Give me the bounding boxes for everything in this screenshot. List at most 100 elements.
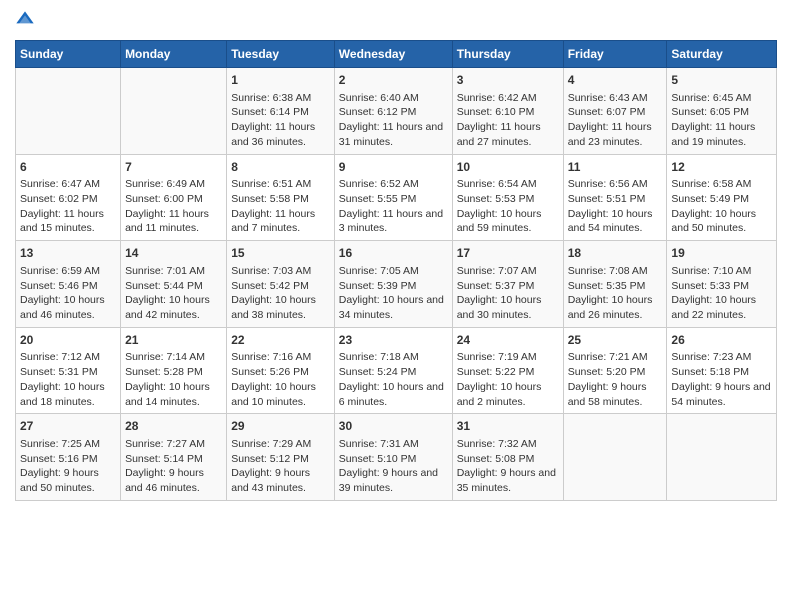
page-header <box>15 10 777 30</box>
day-info: Sunrise: 7:31 AMSunset: 5:10 PMDaylight:… <box>339 437 448 496</box>
calendar-cell: 24Sunrise: 7:19 AMSunset: 5:22 PMDayligh… <box>452 327 563 414</box>
day-number: 24 <box>457 332 559 349</box>
calendar-week-row: 13 Sunrise: 6:59 AMSunset: 5:46 PMDayligh… <box>16 241 777 328</box>
calendar-cell: 12Sunrise: 6:58 AMSunset: 5:49 PMDayligh… <box>667 154 777 241</box>
weekday-header: Monday <box>121 41 227 68</box>
calendar-cell: 13 Sunrise: 6:59 AMSunset: 5:46 PMDayligh… <box>16 241 121 328</box>
day-info: Sunrise: 6:59 AMSunset: 5:46 PMDaylight:… <box>20 264 116 323</box>
day-info: Sunrise: 6:45 AMSunset: 6:05 PMDaylight:… <box>671 91 772 150</box>
day-number: 31 <box>457 418 559 435</box>
calendar-cell: 10Sunrise: 6:54 AMSunset: 5:53 PMDayligh… <box>452 154 563 241</box>
calendar-cell: 2 Sunrise: 6:40 AMSunset: 6:12 PMDaylight… <box>334 68 452 155</box>
calendar-week-row: 1Sunrise: 6:38 AMSunset: 6:14 PMDaylight… <box>16 68 777 155</box>
weekday-header: Sunday <box>16 41 121 68</box>
day-info: Sunrise: 6:47 AMSunset: 6:02 PMDaylight:… <box>20 177 116 236</box>
calendar-cell: 29 Sunrise: 7:29 AMSunset: 5:12 PMDayligh… <box>227 414 335 501</box>
day-info: Sunrise: 7:07 AMSunset: 5:37 PMDaylight:… <box>457 264 559 323</box>
calendar-week-row: 27 Sunrise: 7:25 AMSunset: 5:16 PMDayligh… <box>16 414 777 501</box>
day-number: 23 <box>339 332 448 349</box>
calendar-cell: 3 Sunrise: 6:42 AMSunset: 6:10 PMDaylight… <box>452 68 563 155</box>
day-info: Sunrise: 6:51 AMSunset: 5:58 PMDaylight:… <box>231 177 330 236</box>
day-info: Sunrise: 7:08 AMSunset: 5:35 PMDaylight:… <box>568 264 663 323</box>
day-info: Sunrise: 7:29 AMSunset: 5:12 PMDaylight:… <box>231 437 330 496</box>
calendar-cell: 6Sunrise: 6:47 AMSunset: 6:02 PMDaylight… <box>16 154 121 241</box>
logo-icon <box>15 10 35 30</box>
calendar-cell: 25Sunrise: 7:21 AMSunset: 5:20 PMDayligh… <box>563 327 667 414</box>
weekday-header: Wednesday <box>334 41 452 68</box>
day-number: 11 <box>568 159 663 176</box>
weekday-header: Friday <box>563 41 667 68</box>
day-number: 25 <box>568 332 663 349</box>
day-number: 7 <box>125 159 222 176</box>
day-number: 12 <box>671 159 772 176</box>
day-info: Sunrise: 6:42 AMSunset: 6:10 PMDaylight:… <box>457 91 559 150</box>
day-info: Sunrise: 7:27 AMSunset: 5:14 PMDaylight:… <box>125 437 222 496</box>
weekday-header: Thursday <box>452 41 563 68</box>
day-info: Sunrise: 6:49 AMSunset: 6:00 PMDaylight:… <box>125 177 222 236</box>
logo <box>15 10 39 30</box>
day-number: 29 <box>231 418 330 435</box>
day-info: Sunrise: 6:38 AMSunset: 6:14 PMDaylight:… <box>231 91 330 150</box>
calendar-cell: 27 Sunrise: 7:25 AMSunset: 5:16 PMDayligh… <box>16 414 121 501</box>
day-info: Sunrise: 7:19 AMSunset: 5:22 PMDaylight:… <box>457 350 559 409</box>
day-number: 15 <box>231 245 330 262</box>
calendar-cell: 8Sunrise: 6:51 AMSunset: 5:58 PMDaylight… <box>227 154 335 241</box>
day-number: 18 <box>568 245 663 262</box>
calendar-cell: 19Sunrise: 7:10 AMSunset: 5:33 PMDayligh… <box>667 241 777 328</box>
day-info: Sunrise: 6:43 AMSunset: 6:07 PMDaylight:… <box>568 91 663 150</box>
day-number: 10 <box>457 159 559 176</box>
day-info: Sunrise: 6:58 AMSunset: 5:49 PMDaylight:… <box>671 177 772 236</box>
day-info: Sunrise: 7:05 AMSunset: 5:39 PMDaylight:… <box>339 264 448 323</box>
calendar-cell: 4 Sunrise: 6:43 AMSunset: 6:07 PMDaylight… <box>563 68 667 155</box>
calendar-cell: 17 Sunrise: 7:07 AMSunset: 5:37 PMDayligh… <box>452 241 563 328</box>
calendar-cell: 20Sunrise: 7:12 AMSunset: 5:31 PMDayligh… <box>16 327 121 414</box>
calendar-cell: 30Sunrise: 7:31 AMSunset: 5:10 PMDayligh… <box>334 414 452 501</box>
calendar-week-row: 6Sunrise: 6:47 AMSunset: 6:02 PMDaylight… <box>16 154 777 241</box>
day-number: 22 <box>231 332 330 349</box>
day-info: Sunrise: 7:01 AMSunset: 5:44 PMDaylight:… <box>125 264 222 323</box>
calendar-cell <box>16 68 121 155</box>
calendar-cell: 31Sunrise: 7:32 AMSunset: 5:08 PMDayligh… <box>452 414 563 501</box>
weekday-header: Saturday <box>667 41 777 68</box>
calendar-cell: 22Sunrise: 7:16 AMSunset: 5:26 PMDayligh… <box>227 327 335 414</box>
day-number: 17 <box>457 245 559 262</box>
day-info: Sunrise: 6:52 AMSunset: 5:55 PMDaylight:… <box>339 177 448 236</box>
calendar-cell: 14 Sunrise: 7:01 AMSunset: 5:44 PMDayligh… <box>121 241 227 328</box>
day-info: Sunrise: 7:16 AMSunset: 5:26 PMDaylight:… <box>231 350 330 409</box>
day-number: 8 <box>231 159 330 176</box>
day-number: 13 <box>20 245 116 262</box>
weekday-header: Tuesday <box>227 41 335 68</box>
calendar-cell: 18 Sunrise: 7:08 AMSunset: 5:35 PMDayligh… <box>563 241 667 328</box>
calendar-cell: 16Sunrise: 7:05 AMSunset: 5:39 PMDayligh… <box>334 241 452 328</box>
day-info: Sunrise: 7:03 AMSunset: 5:42 PMDaylight:… <box>231 264 330 323</box>
calendar-cell <box>121 68 227 155</box>
calendar-cell: 26Sunrise: 7:23 AMSunset: 5:18 PMDayligh… <box>667 327 777 414</box>
day-info: Sunrise: 7:25 AMSunset: 5:16 PMDaylight:… <box>20 437 116 496</box>
day-number: 26 <box>671 332 772 349</box>
day-number: 14 <box>125 245 222 262</box>
day-number: 9 <box>339 159 448 176</box>
calendar-cell <box>667 414 777 501</box>
day-number: 27 <box>20 418 116 435</box>
day-info: Sunrise: 7:23 AMSunset: 5:18 PMDaylight:… <box>671 350 772 409</box>
calendar-cell: 9Sunrise: 6:52 AMSunset: 5:55 PMDaylight… <box>334 154 452 241</box>
day-number: 2 <box>339 72 448 89</box>
day-info: Sunrise: 6:40 AMSunset: 6:12 PMDaylight:… <box>339 91 448 150</box>
day-number: 5 <box>671 72 772 89</box>
calendar-cell: 23Sunrise: 7:18 AMSunset: 5:24 PMDayligh… <box>334 327 452 414</box>
calendar-cell: 11Sunrise: 6:56 AMSunset: 5:51 PMDayligh… <box>563 154 667 241</box>
calendar-cell <box>563 414 667 501</box>
day-number: 21 <box>125 332 222 349</box>
day-info: Sunrise: 7:21 AMSunset: 5:20 PMDaylight:… <box>568 350 663 409</box>
calendar-week-row: 20Sunrise: 7:12 AMSunset: 5:31 PMDayligh… <box>16 327 777 414</box>
calendar-cell: 21Sunrise: 7:14 AMSunset: 5:28 PMDayligh… <box>121 327 227 414</box>
day-number: 19 <box>671 245 772 262</box>
day-number: 20 <box>20 332 116 349</box>
day-info: Sunrise: 7:14 AMSunset: 5:28 PMDaylight:… <box>125 350 222 409</box>
calendar-cell: 1Sunrise: 6:38 AMSunset: 6:14 PMDaylight… <box>227 68 335 155</box>
day-number: 4 <box>568 72 663 89</box>
day-number: 3 <box>457 72 559 89</box>
day-info: Sunrise: 6:56 AMSunset: 5:51 PMDaylight:… <box>568 177 663 236</box>
calendar-cell: 5 Sunrise: 6:45 AMSunset: 6:05 PMDaylight… <box>667 68 777 155</box>
calendar-cell: 15 Sunrise: 7:03 AMSunset: 5:42 PMDayligh… <box>227 241 335 328</box>
